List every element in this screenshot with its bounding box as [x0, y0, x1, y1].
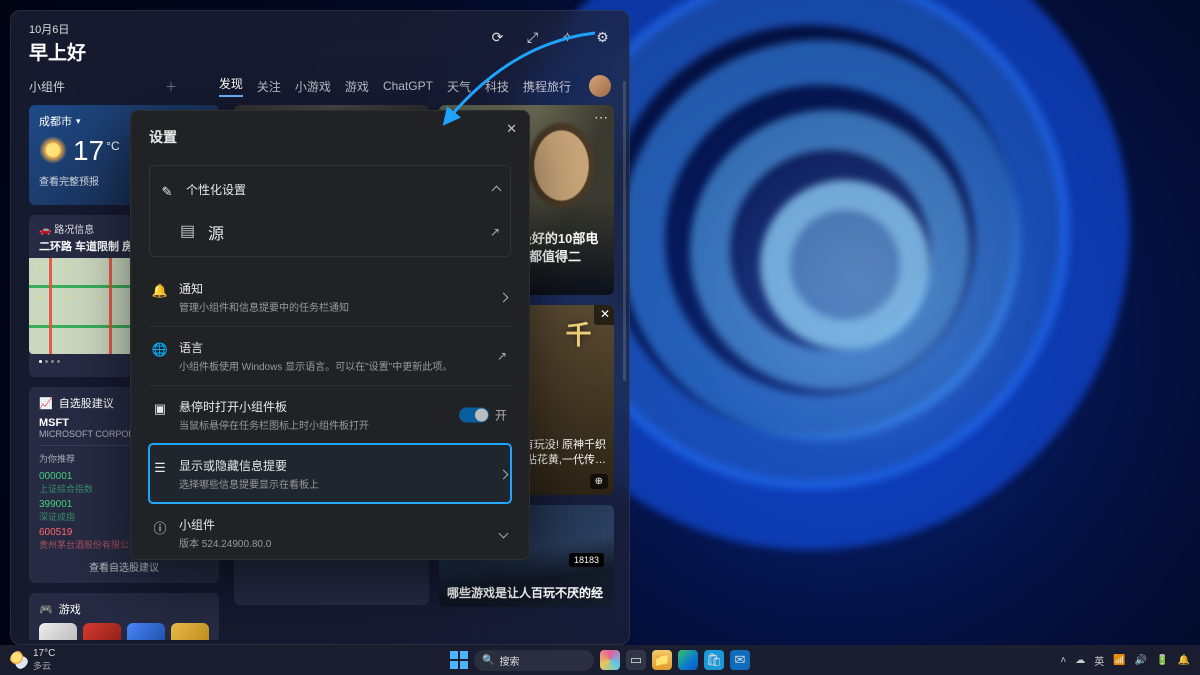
- ime-indicator[interactable]: 英: [1094, 653, 1104, 668]
- traffic-title: 路况信息: [54, 225, 94, 236]
- chevron-down-icon: [500, 526, 507, 540]
- open-external-icon: ↗: [490, 225, 500, 239]
- gear-icon[interactable]: ⚙: [594, 29, 611, 46]
- open-external-icon: ↗: [497, 349, 507, 363]
- games-card[interactable]: 🎮 游戏: [29, 593, 219, 640]
- stocks-footer[interactable]: 查看自选股建议: [39, 559, 209, 574]
- feed-icon: ☰: [151, 459, 169, 477]
- settings-notifications[interactable]: 🔔 通知 管理小组件和信息提要中的任务栏通知: [149, 267, 511, 326]
- outlook-icon[interactable]: ✉: [730, 650, 750, 670]
- panel-icon: ▣: [151, 400, 169, 418]
- notifications-icon[interactable]: 🔔: [1178, 655, 1190, 666]
- hover-toggle[interactable]: 开: [459, 407, 507, 424]
- scrollbar[interactable]: [623, 81, 626, 381]
- start-button[interactable]: [450, 651, 468, 669]
- tab-games[interactable]: 游戏: [345, 78, 369, 95]
- tab-weather[interactable]: 天气: [447, 78, 471, 95]
- info-icon: ⓘ: [151, 518, 169, 536]
- copilot-icon[interactable]: [600, 650, 620, 670]
- bell-icon: 🔔: [151, 282, 169, 300]
- weather-icon: [39, 136, 67, 164]
- settings-hover-open[interactable]: ▣ 悬停时打开小组件板 当鼠标悬停在任务栏图标上时小组件板打开 开: [149, 385, 511, 444]
- refresh-icon[interactable]: ⟳: [489, 29, 506, 46]
- weather-icon: [10, 651, 28, 669]
- tab-ctrip[interactable]: 携程旅行: [523, 78, 571, 95]
- more-icon[interactable]: ⋯: [594, 109, 608, 126]
- add-widget-button[interactable]: ＋: [165, 78, 177, 95]
- widgets-date: 10月6日: [29, 21, 86, 37]
- weather-temp: 17: [73, 135, 104, 167]
- settings-widgets-about[interactable]: ⓘ 小组件 版本 524.24900.80.0: [149, 503, 511, 560]
- taskview-icon[interactable]: ▭: [626, 650, 646, 670]
- stocks-title: 自选股建议: [59, 395, 114, 411]
- close-icon[interactable]: ✕: [506, 121, 517, 137]
- settings-personalization[interactable]: ✎ 个性化设置: [156, 168, 504, 210]
- settings-language[interactable]: 🌐 语言 小组件板使用 Windows 显示语言。可以在"设置"中更新此项。 ↗: [149, 326, 511, 385]
- edge-icon[interactable]: [678, 650, 698, 670]
- thumb-headline: 哪些游戏是让人百玩不厌的经: [447, 584, 606, 601]
- tab-follow[interactable]: 关注: [257, 78, 281, 95]
- chevron-right-icon: [500, 467, 507, 481]
- profile-avatar[interactable]: [589, 75, 611, 97]
- taskbar-weather[interactable]: 17°C 多云: [10, 648, 55, 672]
- thumb-badge: 18183: [569, 553, 604, 567]
- globe-icon: 🌐: [151, 341, 169, 359]
- tab-chatgpt[interactable]: ChatGPT: [383, 79, 433, 93]
- link-icon[interactable]: ✧: [559, 29, 576, 46]
- chevron-up-icon: [493, 183, 500, 197]
- volume-icon[interactable]: 🔊: [1135, 655, 1147, 666]
- taskbar-cond: 多云: [33, 659, 55, 672]
- onedrive-icon[interactable]: ☁: [1075, 655, 1085, 666]
- widgets-settings-dialog: ✕ 设置 ✎ 个性化设置 ▤ 源 ↗ 🔔 通知 管理小组件和信息提要中的任务栏通…: [130, 110, 530, 560]
- store-icon[interactable]: 🛍: [704, 650, 724, 670]
- ad-tag: ⊕: [590, 474, 608, 489]
- taskbar-temp: 17°C: [33, 648, 55, 659]
- widgets-tabs: 小组件 ＋ 发现 关注 小游戏 游戏 ChatGPT 天气 科技 携程旅行: [11, 69, 629, 103]
- source-icon: ▤: [180, 221, 196, 241]
- tray-overflow-icon[interactable]: ˄: [1060, 655, 1066, 666]
- settings-source[interactable]: ▤ 源 ↗: [178, 210, 504, 254]
- settings-title: 设置: [149, 127, 511, 147]
- taskbar-search[interactable]: 🔍搜索: [474, 650, 594, 671]
- battery-icon[interactable]: 🔋: [1156, 655, 1168, 666]
- pencil-icon: ✎: [158, 183, 176, 201]
- games-title: 游戏: [59, 601, 81, 617]
- widgets-label: 小组件: [29, 78, 65, 95]
- tab-minigames[interactable]: 小游戏: [295, 78, 331, 95]
- file-explorer-icon[interactable]: 📁: [652, 650, 672, 670]
- search-icon: 🔍: [482, 655, 494, 666]
- taskbar: 17°C 多云 🔍搜索 ▭ 📁 🛍 ✉ ˄ ☁ 英 📶 🔊 🔋 🔔: [0, 645, 1200, 675]
- network-icon[interactable]: 📶: [1113, 655, 1125, 666]
- close-icon[interactable]: ✕: [594, 305, 614, 325]
- tab-tech[interactable]: 科技: [485, 78, 509, 95]
- widgets-greeting: 早上好: [29, 38, 86, 65]
- expand-icon[interactable]: ⤢: [524, 29, 541, 46]
- settings-show-hide-feed[interactable]: ☰ 显示或隐藏信息提要 选择哪些信息提要显示在看板上: [149, 444, 511, 503]
- chevron-right-icon: [500, 290, 507, 304]
- weather-city: 成都市: [39, 113, 72, 129]
- tab-discover[interactable]: 发现: [219, 75, 243, 97]
